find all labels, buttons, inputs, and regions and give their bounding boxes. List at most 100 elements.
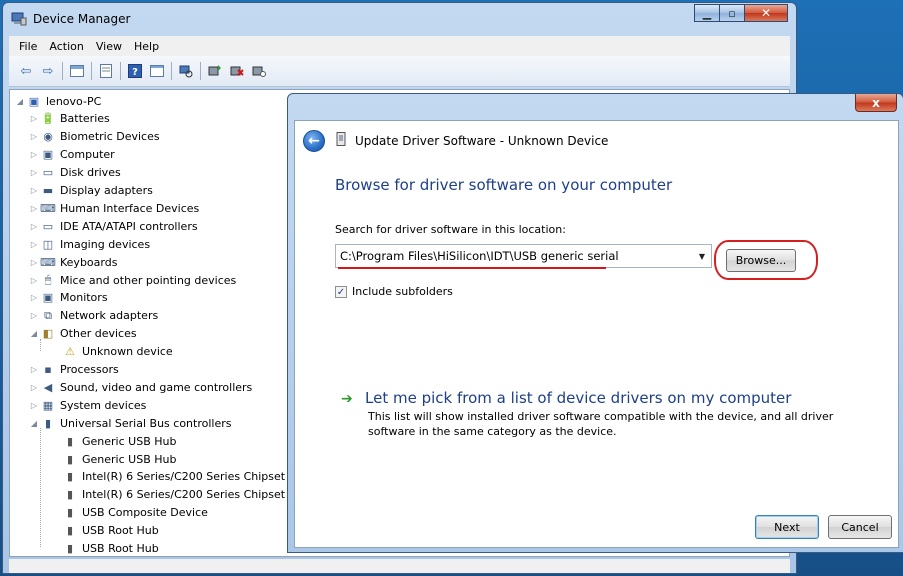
dialog-back-button[interactable]: ← [303, 130, 325, 152]
chevron-down-icon[interactable]: ▼ [693, 252, 711, 261]
expand-arrow-icon[interactable]: ▷ [28, 204, 40, 213]
tree-item-label: Generic USB Hub [82, 452, 177, 466]
tree-item-label: USB Root Hub [82, 542, 159, 555]
tree-category[interactable]: ▷ ▪ Processors [28, 361, 119, 379]
menu-help[interactable]: Help [128, 40, 165, 53]
system-icon: ▦ [42, 398, 54, 412]
expand-arrow-icon[interactable]: ▷ [28, 293, 40, 302]
collapse-arrow-icon[interactable]: ◢ [14, 97, 26, 106]
tree-category[interactable]: ▷ 🔋 Batteries [28, 110, 110, 128]
close-icon: x [872, 95, 880, 110]
cancel-button[interactable]: Cancel [828, 515, 892, 539]
tree-category[interactable]: ▷ ▣ Computer [28, 146, 115, 164]
tree-root-computer[interactable]: ◢ ▣ lenovo-PC [14, 92, 101, 110]
maximize-icon: ▫ [728, 6, 736, 20]
tree-connector-line [40, 428, 41, 548]
tree-item-usb-device[interactable]: ▮ USB Composite Device [50, 504, 208, 522]
help-button[interactable]: ? [125, 61, 145, 81]
toolbar: ⇦ ⇨ ? [9, 56, 790, 87]
tree-item-usb-device[interactable]: ▮ Generic USB Hub [50, 432, 177, 450]
maximize-button[interactable]: ▫ [719, 4, 745, 22]
expand-arrow-icon[interactable]: ▷ [28, 383, 40, 392]
expand-arrow-icon[interactable]: ▷ [28, 276, 40, 285]
tree-item-label: Imaging devices [60, 237, 151, 251]
usb-icon: ▮ [44, 416, 52, 430]
expand-arrow-icon[interactable]: ▷ [28, 401, 40, 410]
forward-button[interactable]: ⇨ [38, 61, 58, 81]
disable-button[interactable] [249, 61, 269, 81]
green-arrow-icon[interactable]: ➔ [341, 391, 353, 407]
toolbar-separator [200, 62, 201, 80]
tree-category[interactable]: ▷ ◀ Sound, video and game controllers [28, 378, 252, 396]
menu-action[interactable]: Action [43, 40, 89, 53]
tree-item-usb-device[interactable]: ▮ USB Root Hub [50, 522, 159, 540]
tree-category[interactable]: ◢ ▮ Universal Serial Bus controllers [28, 414, 232, 432]
tree-item-label: lenovo-PC [46, 94, 102, 108]
back-button[interactable]: ⇦ [16, 61, 36, 81]
tree-category[interactable]: ◢ ◧ Other devices [28, 325, 137, 343]
expand-arrow-icon[interactable]: ▷ [28, 132, 40, 141]
include-subfolders-label: Include subfolders [352, 285, 453, 298]
processor-icon: ▪ [44, 363, 52, 376]
tree-item-label: Keyboards [60, 255, 118, 269]
device-manager-app-icon [11, 12, 27, 26]
properties-button[interactable] [96, 61, 116, 81]
tree-item-label: Disk drives [60, 166, 121, 180]
collapse-arrow-icon[interactable]: ◢ [28, 329, 40, 338]
expand-arrow-icon[interactable]: ▷ [28, 168, 40, 177]
annotation-underline [338, 267, 606, 269]
tree-category[interactable]: ▷ ⌨ Keyboards [28, 253, 118, 271]
tree-category[interactable]: ▷ 🖱 Mice and other pointing devices [28, 271, 236, 289]
tree-item-usb-device[interactable]: ▮ Intel(R) 6 Series/C200 Series Chipset [50, 486, 285, 504]
expand-arrow-icon[interactable]: ▷ [28, 365, 40, 374]
tree-category[interactable]: ▷ ⌨ Human Interface Devices [28, 199, 199, 217]
tree-item-label: IDE ATA/ATAPI controllers [60, 219, 198, 233]
tree-item-usb-device[interactable]: ▮ Intel(R) 6 Series/C200 Series Chipset [50, 468, 285, 486]
tree-category[interactable]: ▷ ◫ Imaging devices [28, 235, 150, 253]
dialog-close-button[interactable]: x [855, 94, 897, 112]
tree-item-usb-device[interactable]: ▮ USB Root Hub [50, 540, 159, 557]
usb-plug-icon: ▮ [66, 452, 74, 466]
update-driver-dialog: x ← Update Driver Software - Unknown Dev… [287, 93, 903, 553]
console-tree-button[interactable] [67, 61, 87, 81]
minimize-icon: ▁ [702, 6, 712, 20]
expand-arrow-icon[interactable]: ▷ [28, 186, 40, 195]
tree-category[interactable]: ▷ ◉ Biometric Devices [28, 128, 160, 146]
include-subfolders-option[interactable]: ✓ Include subfolders [335, 285, 453, 298]
tree-category[interactable]: ▷ ▭ Disk drives [28, 164, 121, 182]
tree-category[interactable]: ▷ ▭ IDE ATA/ATAPI controllers [28, 217, 198, 235]
computer-icon: ▣ [42, 148, 54, 162]
minimize-button[interactable]: ▁ [694, 4, 720, 22]
driver-path-combobox[interactable]: C:\Program Files\HiSilicon\IDT\USB gener… [335, 244, 712, 268]
expand-arrow-icon[interactable]: ▷ [28, 258, 40, 267]
help-icon: ? [128, 64, 142, 78]
tree-item-label: Processors [60, 363, 119, 376]
toolbar-separator [171, 62, 172, 80]
tree-category[interactable]: ▷ ▦ System devices [28, 396, 146, 414]
menu-file[interactable]: File [13, 40, 43, 53]
expand-arrow-icon[interactable]: ▷ [28, 240, 40, 249]
tree-category[interactable]: ▷ ⧉ Network adapters [28, 307, 158, 325]
tree-item-usb-device[interactable]: ▮ Generic USB Hub [50, 450, 177, 468]
scan-hardware-button[interactable] [176, 61, 196, 81]
disk-icon: ▭ [42, 166, 54, 180]
close-button[interactable]: ✕ [744, 4, 788, 22]
toolbar-separator [91, 62, 92, 80]
update-driver-button[interactable] [205, 61, 225, 81]
battery-icon: 🔋 [41, 112, 55, 126]
expand-arrow-icon[interactable]: ▷ [28, 311, 40, 320]
expand-arrow-icon[interactable]: ▷ [28, 114, 40, 123]
collapse-arrow-icon[interactable]: ◢ [28, 419, 40, 428]
tree-category[interactable]: ▷ ▣ Monitors [28, 289, 108, 307]
uninstall-button[interactable] [227, 61, 247, 81]
include-subfolders-checkbox[interactable]: ✓ [335, 285, 347, 298]
menu-view[interactable]: View [90, 40, 128, 53]
tree-category[interactable]: ▷ ▬ Display adapters [28, 182, 153, 200]
console-tree-icon [70, 65, 84, 77]
expand-arrow-icon[interactable]: ▷ [28, 222, 40, 231]
view-button[interactable] [147, 61, 167, 81]
expand-arrow-icon[interactable]: ▷ [28, 150, 40, 159]
pick-from-list-link[interactable]: Let me pick from a list of device driver… [365, 389, 791, 407]
next-button[interactable]: Next [755, 515, 819, 539]
tree-item-unknown-device[interactable]: ⚠ Unknown device [50, 343, 173, 361]
